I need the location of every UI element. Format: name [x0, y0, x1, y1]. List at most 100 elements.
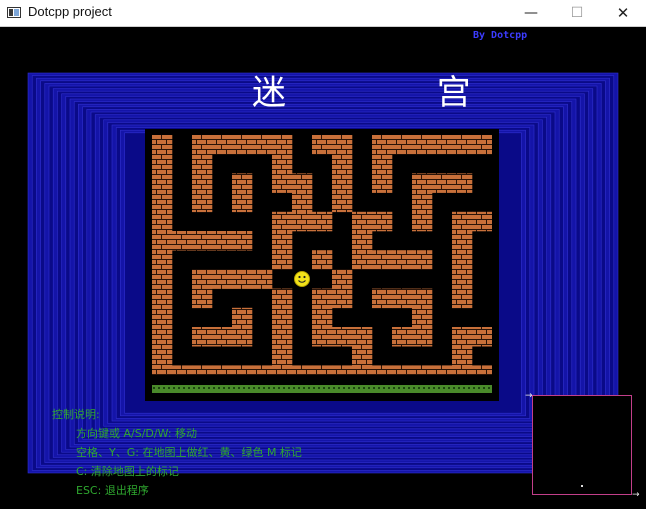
brick-wall	[412, 288, 433, 309]
brick-wall	[352, 365, 373, 375]
grass-tuft	[233, 387, 235, 389]
grass-tuft	[263, 387, 265, 389]
grass-tuft	[433, 387, 435, 389]
brick-wall	[312, 211, 333, 232]
brick-wall	[452, 250, 473, 270]
grass-tuft	[153, 387, 155, 389]
control-line-clear: C: 清除地图上的标记	[76, 465, 179, 478]
grass-tuft	[398, 387, 400, 389]
control-line-move: 方向键或 A/S/D/W: 移动	[76, 427, 198, 440]
brick-wall	[452, 365, 473, 375]
grass-tuft	[353, 387, 355, 389]
grass-tuft	[158, 387, 160, 389]
grass-tuft	[378, 387, 380, 389]
grass-tuft	[258, 387, 260, 389]
brick-wall	[312, 307, 333, 328]
brick-wall	[152, 231, 173, 251]
brick-wall	[152, 269, 173, 289]
grass-tuft	[488, 387, 490, 389]
window-title: Dotcpp project	[28, 4, 112, 19]
brick-wall	[352, 327, 373, 347]
brick-wall	[412, 307, 433, 328]
brick-wall	[352, 231, 373, 251]
brick-wall	[272, 365, 293, 375]
brick-wall	[252, 365, 273, 375]
grass-tuft	[428, 387, 430, 389]
controls-help: 控制说明: 方向键或 A/S/D/W: 移动 空格、Y、G: 在地图上做红、黄、…	[52, 405, 302, 500]
brick-wall	[332, 154, 353, 174]
brick-wall	[452, 346, 473, 366]
grass-tuft	[303, 387, 305, 389]
control-line-mark: 空格、Y、G: 在地图上做红、黄、绿色 M 标记	[76, 446, 302, 459]
brick-wall	[152, 135, 173, 155]
brick-wall	[312, 365, 333, 375]
brick-wall	[412, 365, 433, 375]
grass-tuft	[363, 387, 365, 389]
brick-wall	[152, 250, 173, 270]
brick-wall	[392, 288, 413, 309]
brick-wall	[372, 365, 393, 375]
brick-wall	[392, 365, 413, 375]
brick-wall	[392, 250, 413, 270]
grass-tuft	[438, 387, 440, 389]
grass-tuft	[188, 387, 190, 389]
brick-wall	[432, 365, 453, 375]
brick-wall	[252, 269, 273, 289]
brick-wall	[352, 346, 373, 366]
brick-wall	[272, 154, 293, 174]
grass-tuft	[483, 387, 485, 389]
brick-wall	[232, 307, 253, 328]
grass-tuft	[218, 387, 220, 389]
grass-tuft	[463, 387, 465, 389]
brick-wall	[392, 135, 413, 155]
grass-tuft	[333, 387, 335, 389]
close-button[interactable]: ✕	[600, 0, 646, 26]
brick-wall	[292, 173, 313, 193]
grass-tuft	[473, 387, 475, 389]
grass-tuft	[173, 387, 175, 389]
brick-wall	[152, 365, 173, 375]
brick-wall	[212, 135, 233, 155]
brick-wall	[452, 173, 473, 193]
grass-tuft	[373, 387, 375, 389]
controls-heading: 控制说明:	[52, 408, 100, 421]
brick-wall	[452, 211, 473, 232]
brick-wall	[412, 135, 433, 155]
minimap	[532, 395, 632, 495]
brick-wall	[472, 135, 492, 155]
brick-wall	[452, 231, 473, 251]
brick-wall	[172, 231, 193, 251]
grass-tuft	[193, 387, 195, 389]
grass-tuft	[323, 387, 325, 389]
brick-wall	[252, 135, 273, 155]
brick-wall	[372, 211, 393, 232]
brick-wall	[272, 307, 293, 328]
maze-board	[152, 135, 492, 395]
grass-tuft	[203, 387, 205, 389]
grass-tuft	[468, 387, 470, 389]
brick-wall	[312, 288, 333, 309]
brick-wall	[472, 365, 492, 375]
brick-wall	[152, 154, 173, 174]
brick-wall	[192, 365, 213, 375]
grass-tuft	[278, 387, 280, 389]
grass-tuft	[343, 387, 345, 389]
brick-wall	[192, 173, 213, 193]
brick-wall	[332, 192, 353, 213]
brick-wall	[452, 288, 473, 309]
brick-wall	[472, 327, 492, 347]
minimize-button[interactable]: —	[508, 0, 554, 26]
brick-wall	[432, 135, 453, 155]
game-canvas[interactable]: By Dotcpp 迷 宫 控制说明: 方向键或 A/S/D/W: 移动 空格、…	[0, 27, 646, 509]
grass-tuft	[348, 387, 350, 389]
brick-wall	[232, 192, 253, 213]
grass-tuft	[458, 387, 460, 389]
minimize-icon: —	[524, 5, 538, 21]
brick-wall	[232, 365, 253, 375]
grass-tuft	[318, 387, 320, 389]
title-bar[interactable]: Dotcpp project — ☐ ✕	[0, 0, 646, 27]
grass-tuft	[408, 387, 410, 389]
brick-wall	[412, 192, 433, 213]
maximize-button[interactable]: ☐	[554, 0, 600, 26]
grass-tuft	[198, 387, 200, 389]
